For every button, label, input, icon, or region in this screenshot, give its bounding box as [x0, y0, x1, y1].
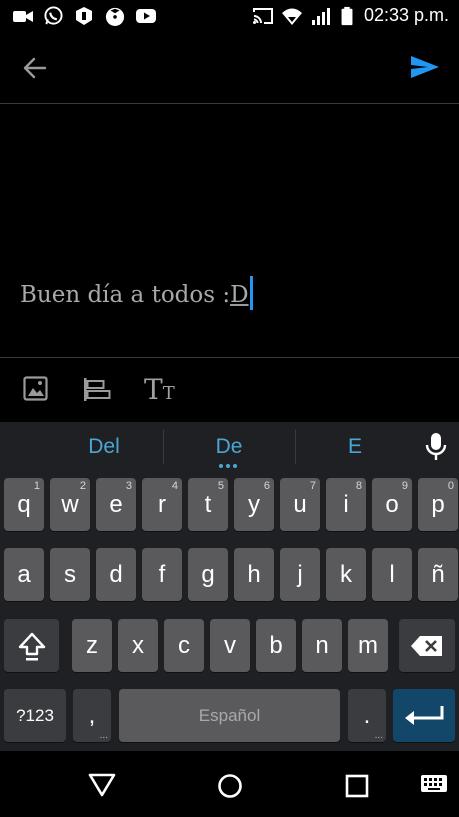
suggestion-more-dots	[219, 464, 239, 468]
text-size-icon[interactable]: TT	[144, 373, 175, 406]
letter-key[interactable]: m	[348, 619, 388, 672]
letter-key[interactable]: y6	[234, 478, 274, 531]
letter-key[interactable]: d	[96, 548, 136, 601]
letter-key[interactable]: k	[326, 548, 366, 601]
space-key[interactable]: Español	[119, 689, 340, 742]
signal-icon	[312, 8, 330, 25]
post-editor[interactable]: Buen día a todos :D	[20, 276, 253, 310]
comma-key[interactable]: , ...	[73, 689, 111, 742]
keyboard-switch-icon[interactable]	[420, 774, 448, 796]
letter-key[interactable]: l	[372, 548, 412, 601]
microphone-icon[interactable]	[425, 432, 447, 462]
letter-key[interactable]: g	[188, 548, 228, 601]
backspace-icon	[411, 635, 442, 656]
top-divider	[0, 103, 459, 104]
send-icon[interactable]	[410, 54, 440, 80]
suggestion-divider	[295, 430, 296, 464]
arrow-left-icon[interactable]	[22, 55, 48, 81]
letter-key[interactable]: i8	[326, 478, 366, 531]
letter-key[interactable]: b	[256, 619, 296, 672]
letter-key[interactable]: w2	[50, 478, 90, 531]
youtube-icon	[136, 9, 156, 23]
cast-icon	[253, 8, 273, 24]
shift-icon	[18, 632, 45, 660]
letter-key[interactable]: p0	[418, 478, 458, 531]
letter-key[interactable]: t5	[188, 478, 228, 531]
editor-underlined-text: D	[230, 282, 249, 308]
back-triangle-icon[interactable]	[88, 773, 116, 797]
enter-key[interactable]	[393, 689, 455, 742]
video-camera-icon	[13, 11, 33, 22]
letter-key[interactable]: e3	[96, 478, 136, 531]
backspace-key[interactable]	[399, 619, 455, 672]
suggestion-left[interactable]: Del	[44, 422, 164, 472]
navigation-bar	[0, 751, 459, 817]
editor-divider	[0, 357, 459, 358]
letter-key[interactable]: x	[118, 619, 158, 672]
shield-icon	[76, 7, 92, 25]
align-icon[interactable]	[83, 378, 111, 401]
letter-key[interactable]: v	[210, 619, 250, 672]
letter-key[interactable]: n	[302, 619, 342, 672]
letter-key[interactable]: o9	[372, 478, 412, 531]
enter-icon	[405, 705, 444, 725]
letter-key[interactable]: c	[164, 619, 204, 672]
status-time: 02:33 p.m.	[363, 5, 449, 25]
text-cursor	[249, 276, 253, 310]
letter-key[interactable]: u7	[280, 478, 320, 531]
tomato-icon	[105, 7, 125, 26]
period-key[interactable]: . ...	[348, 689, 386, 742]
letter-key[interactable]: h	[234, 548, 274, 601]
shift-key[interactable]	[4, 619, 59, 672]
whatsapp-icon	[44, 6, 63, 25]
editor-text: Buen día a todos :	[20, 282, 231, 308]
letter-key[interactable]: s	[50, 548, 90, 601]
image-icon[interactable]	[23, 376, 48, 401]
suggestion-strip: Del De E	[0, 422, 459, 472]
letter-key[interactable]: q1	[4, 478, 44, 531]
letter-key[interactable]: a	[4, 548, 44, 601]
suggestion-right[interactable]: E	[300, 422, 410, 472]
wifi-icon	[282, 8, 302, 25]
letter-key[interactable]: f	[142, 548, 182, 601]
battery-icon	[341, 6, 353, 26]
symbols-key[interactable]: ?123	[4, 689, 66, 742]
home-circle-icon[interactable]	[217, 773, 243, 799]
letter-key[interactable]: ñ	[418, 548, 458, 601]
letter-key[interactable]: r4	[142, 478, 182, 531]
suggestion-divider	[163, 430, 164, 464]
status-bar: 02:33 p.m.	[0, 0, 459, 32]
letter-key[interactable]: z	[72, 619, 112, 672]
letter-key[interactable]: j	[280, 548, 320, 601]
recents-square-icon[interactable]	[345, 774, 369, 798]
